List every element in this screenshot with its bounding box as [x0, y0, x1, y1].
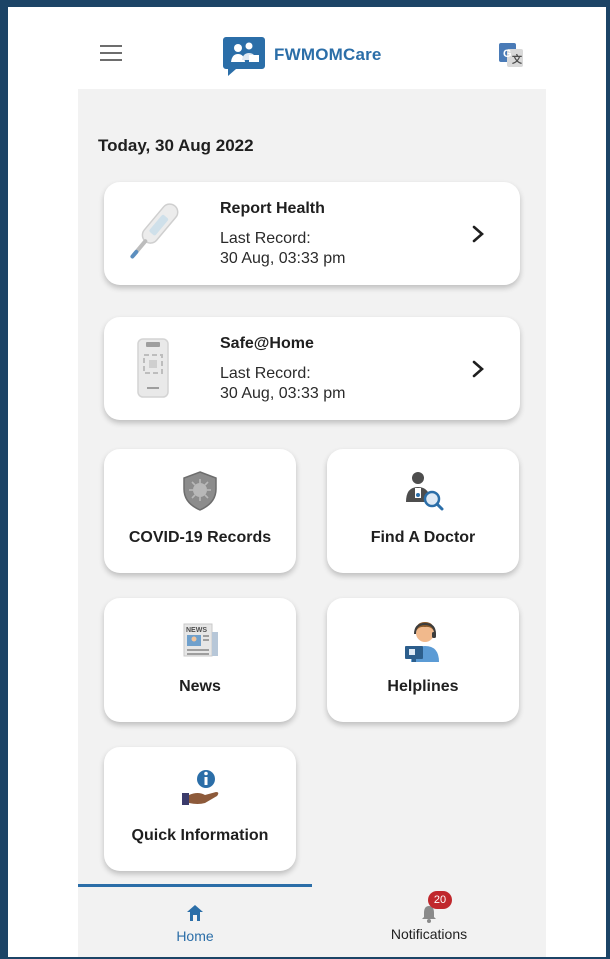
tile-label: News	[179, 678, 221, 695]
card-title: Report Health	[220, 200, 325, 217]
tile-label: Quick Information	[131, 827, 269, 844]
last-record-label: Last Record:	[220, 230, 311, 247]
nav-home[interactable]: Home	[78, 884, 312, 957]
app-title: FWMOMCare	[274, 45, 382, 64]
device-scan-icon	[137, 338, 169, 398]
info-hand-icon	[182, 770, 219, 805]
card-title: Safe@Home	[220, 335, 314, 352]
nav-label: Notifications	[390, 926, 468, 942]
top-app-bar: FWMOMCare G 文	[78, 7, 546, 89]
app-screen: FWMOMCare G 文 Today, 30 Aug 2022 Report …	[78, 7, 546, 957]
app-logo: FWMOMCare	[222, 32, 382, 78]
quick-information-tile[interactable]: Quick Information	[104, 747, 296, 871]
tile-label: Find A Doctor	[370, 529, 476, 546]
svg-text:文: 文	[512, 53, 523, 66]
newspaper-icon: NEWS	[183, 623, 218, 657]
chevron-right-icon	[472, 360, 484, 378]
menu-icon[interactable]	[100, 45, 124, 63]
thermometer-icon	[130, 203, 179, 259]
svg-text:NEWS: NEWS	[186, 627, 207, 634]
logo-icon	[223, 37, 265, 76]
helplines-tile[interactable]: Helplines	[327, 598, 519, 722]
device-frame: FWMOMCare G 文 Today, 30 Aug 2022 Report …	[8, 7, 606, 957]
home-icon	[187, 905, 203, 921]
safe-at-home-card[interactable]: Safe@Home Last Record: 30 Aug, 03:33 pm	[104, 317, 520, 420]
report-health-card[interactable]: Report Health Last Record: 30 Aug, 03:33…	[104, 182, 520, 285]
home-content: Today, 30 Aug 2022 Report Health Last Re…	[78, 89, 546, 884]
notification-count-badge: 20	[428, 891, 452, 909]
tile-label: Helplines	[387, 678, 459, 695]
last-record-value: 30 Aug, 03:33 pm	[220, 250, 346, 267]
tile-label: COVID-19 Records	[128, 529, 272, 546]
last-record-value: 30 Aug, 03:33 pm	[220, 385, 346, 402]
chevron-right-icon	[472, 225, 484, 243]
news-tile[interactable]: NEWS News	[104, 598, 296, 722]
nav-label: Home	[176, 928, 214, 944]
bottom-navigation: Home 20 Notifications	[78, 884, 546, 957]
svg-text:G: G	[503, 48, 512, 60]
covid-records-tile[interactable]: COVID-19 Records	[104, 449, 296, 573]
last-record-label: Last Record:	[220, 365, 311, 382]
find-doctor-tile[interactable]: Find A Doctor	[327, 449, 519, 573]
doctor-search-icon	[406, 472, 444, 511]
helpline-agent-icon	[405, 622, 439, 662]
page-date: Today, 30 Aug 2022	[98, 136, 254, 155]
virus-shield-icon	[183, 471, 217, 511]
translate-icon[interactable]: G 文	[498, 42, 524, 68]
nav-notifications[interactable]: 20 Notifications	[312, 884, 546, 957]
